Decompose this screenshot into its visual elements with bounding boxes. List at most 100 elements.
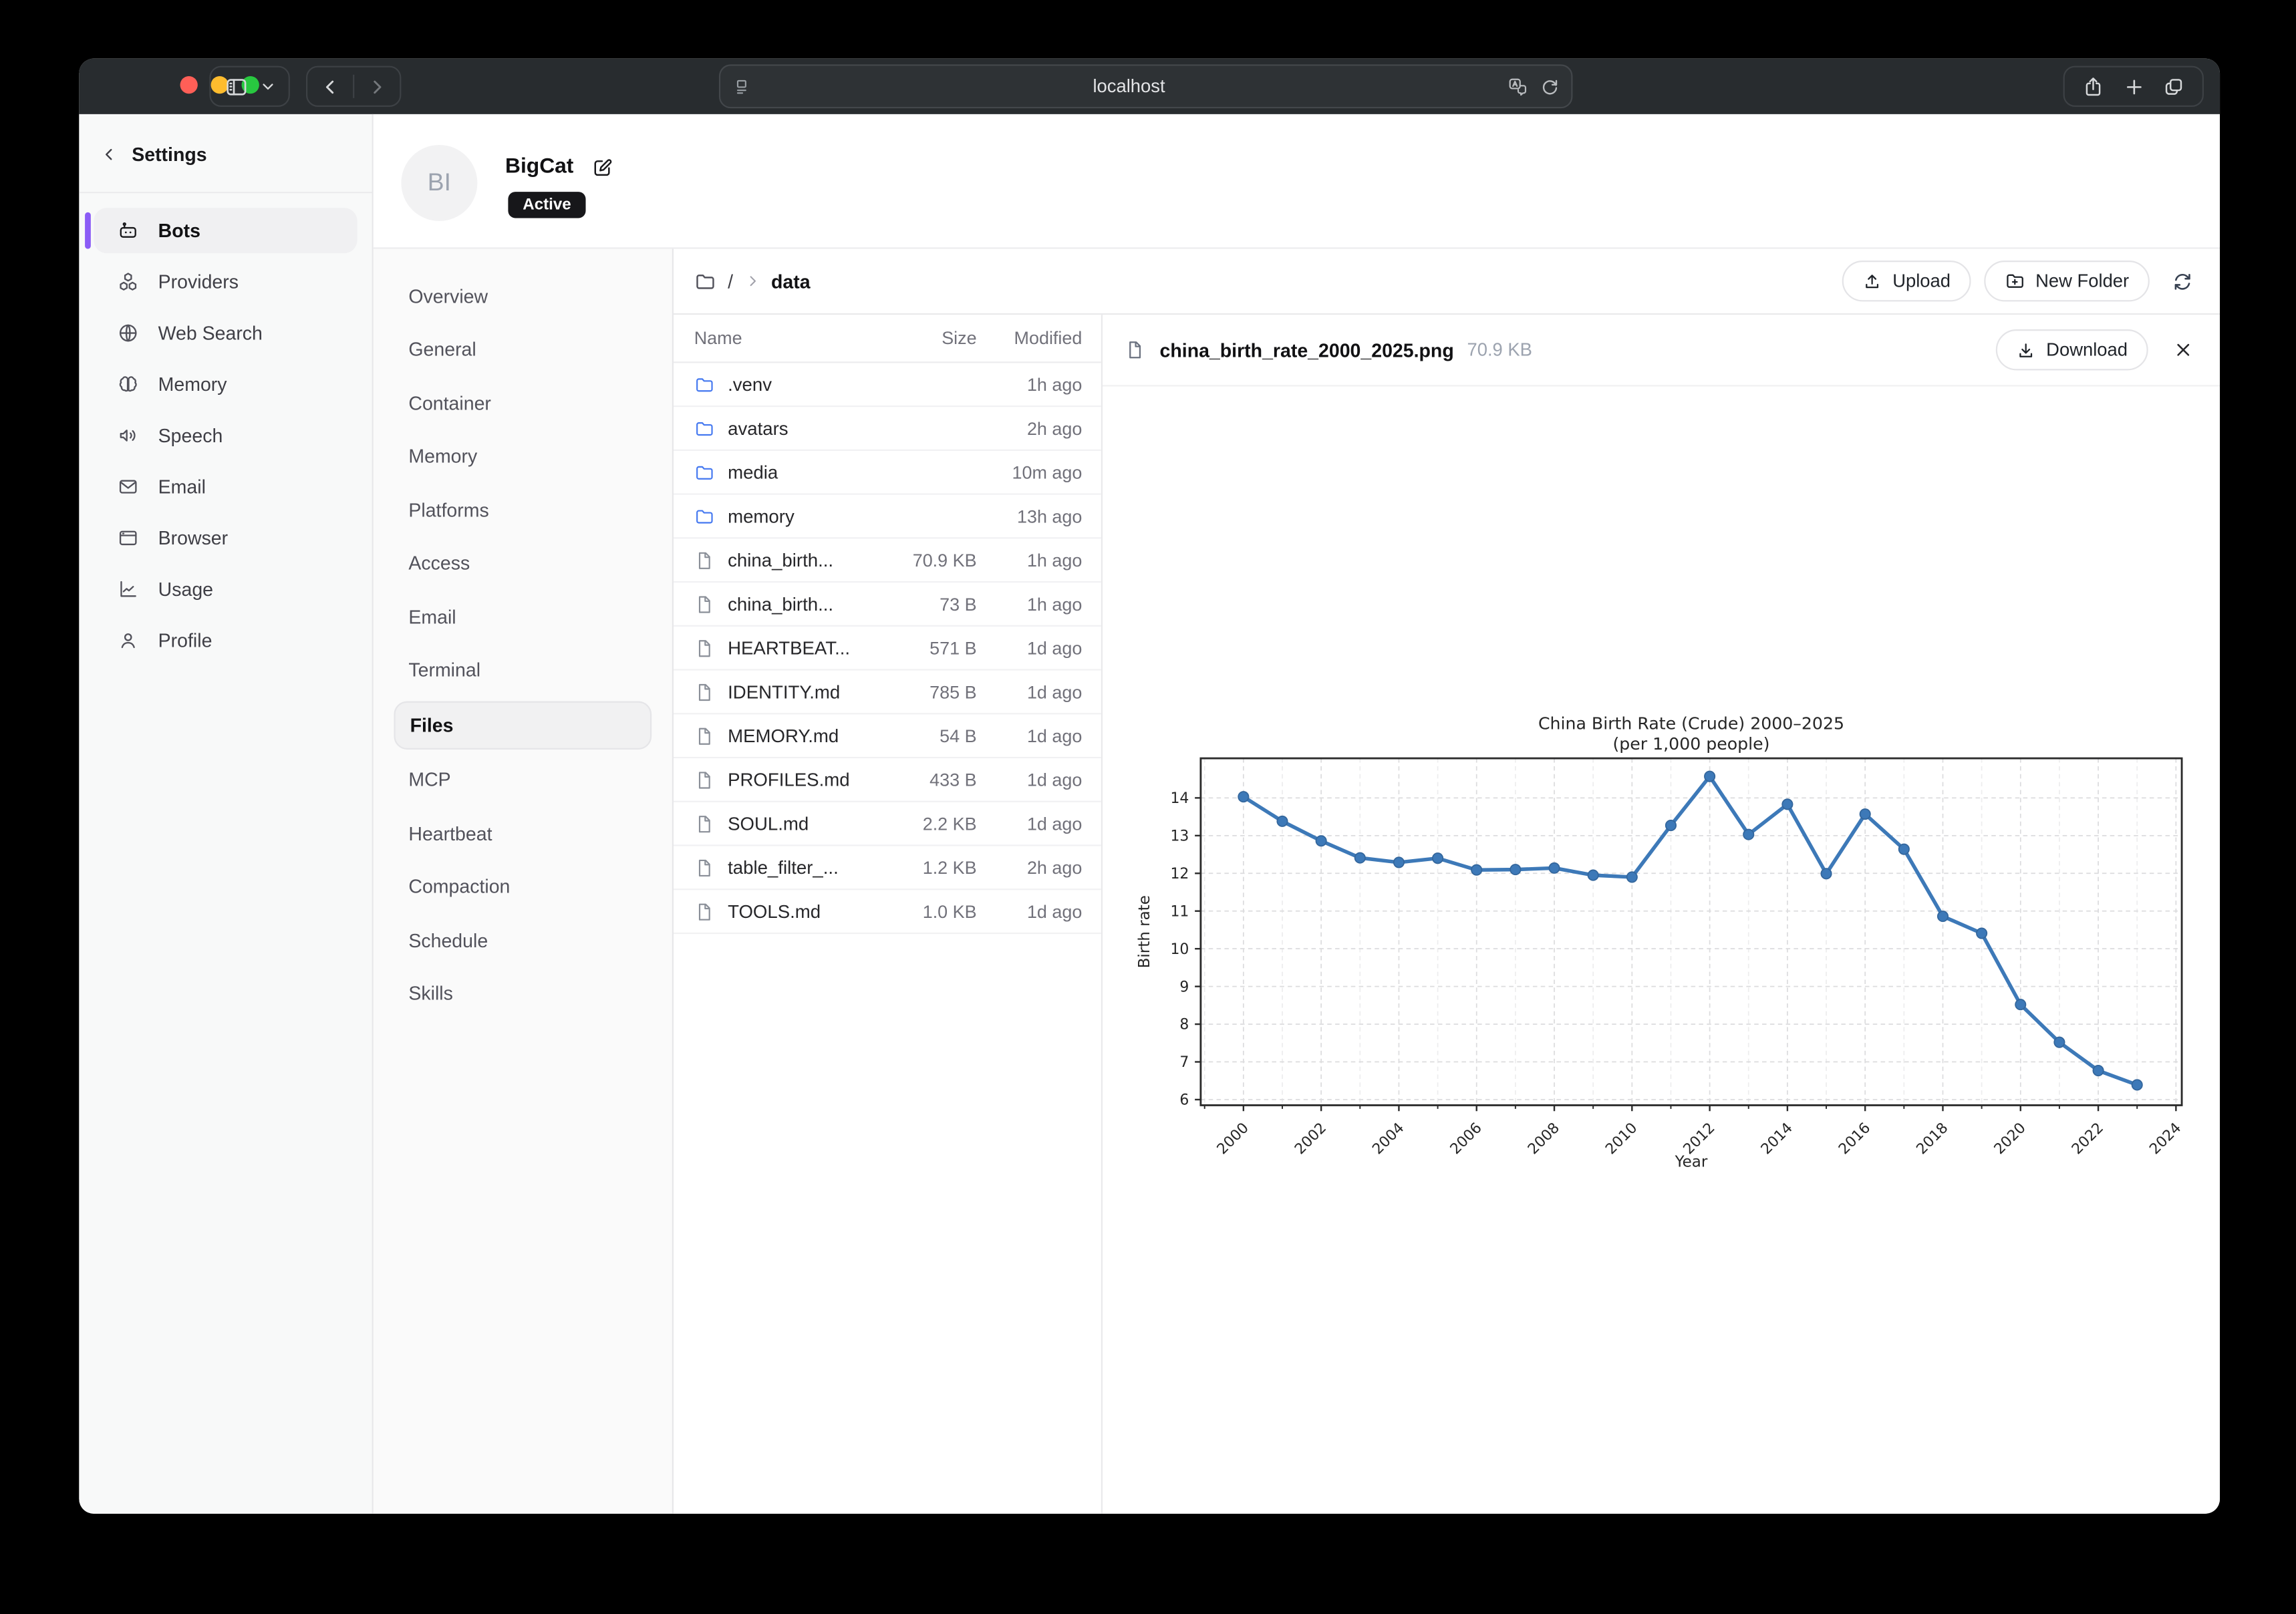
bot-nav-item-terminal[interactable]: Terminal	[394, 647, 652, 693]
file-list-header: Name Size Modified	[674, 315, 1101, 363]
close-preview-icon[interactable]	[2173, 339, 2194, 360]
reader-icon[interactable]	[732, 77, 751, 96]
file-name: HEARTBEAT...	[728, 637, 850, 658]
download-button[interactable]: Download	[1997, 329, 2148, 370]
svg-text:6: 6	[1179, 1092, 1189, 1109]
file-row[interactable]: .venv1h ago	[674, 363, 1101, 407]
folder-icon	[694, 462, 715, 482]
svg-text:China Birth Rate (Crude) 2000–: China Birth Rate (Crude) 2000–2025	[1538, 713, 1844, 733]
new-folder-button[interactable]: New Folder	[1984, 261, 2149, 301]
file-icon	[694, 637, 715, 658]
file-icon	[694, 770, 715, 790]
bot-nav-item-files[interactable]: Files	[394, 701, 652, 749]
bot-nav-item-compaction[interactable]: Compaction	[394, 864, 652, 909]
column-modified[interactable]: Modified	[977, 328, 1083, 349]
bot-nav-item-skills[interactable]: Skills	[394, 971, 652, 1016]
upload-icon	[1863, 271, 1882, 290]
translate-icon[interactable]	[1507, 75, 1529, 98]
file-size: 1.0 KB	[880, 901, 977, 922]
preview-filesize: 70.9 KB	[1467, 339, 1532, 360]
window-actions-group	[2063, 66, 2204, 107]
bot-nav-item-container[interactable]: Container	[394, 380, 652, 426]
svg-text:(per 1,000 people): (per 1,000 people)	[1612, 734, 1769, 754]
file-row[interactable]: table_filter_...1.2 KB2h ago	[674, 846, 1101, 891]
bot-nav-item-mcp[interactable]: MCP	[394, 757, 652, 802]
sidebar-item-browser[interactable]: Browser	[94, 515, 357, 560]
bot-nav-item-access[interactable]: Access	[394, 540, 652, 586]
sidebar-item-speech[interactable]: Speech	[94, 413, 357, 458]
file-modified: 2h ago	[977, 857, 1083, 878]
file-row[interactable]: SOUL.md2.2 KB1d ago	[674, 802, 1101, 846]
file-row[interactable]: MEMORY.md54 B1d ago	[674, 714, 1101, 758]
file-name: PROFILES.md	[728, 770, 849, 790]
bot-nav-item-heartbeat[interactable]: Heartbeat	[394, 810, 652, 856]
file-size: 1.2 KB	[880, 857, 977, 878]
sidebar-item-web-search[interactable]: Web Search	[94, 311, 357, 356]
address-bar[interactable]: localhost	[719, 64, 1573, 108]
file-row[interactable]: china_birth...73 B1h ago	[674, 583, 1101, 627]
edit-icon[interactable]	[591, 156, 613, 178]
file-row[interactable]: memory13h ago	[674, 495, 1101, 539]
svg-text:Birth rate: Birth rate	[1136, 895, 1153, 968]
new-tab-icon[interactable]	[2122, 75, 2144, 98]
file-icon	[694, 813, 715, 834]
sidebar-item-usage[interactable]: Usage	[94, 567, 357, 612]
back-chevron-icon[interactable]	[101, 146, 117, 162]
bot-nav-item-email[interactable]: Email	[394, 594, 652, 639]
column-size[interactable]: Size	[880, 328, 977, 349]
preview-pane: china_birth_rate_2000_2025.png 70.9 KB D…	[1103, 315, 2220, 1514]
close-window-button[interactable]	[180, 76, 198, 94]
folder-icon	[694, 506, 715, 526]
file-row[interactable]: china_birth...70.9 KB1h ago	[674, 538, 1101, 583]
sidebar-item-label: Bots	[158, 220, 200, 242]
chart-svg: 6789101112131420002002200420062008201020…	[1132, 704, 2189, 1187]
file-row[interactable]: TOOLS.md1.0 KB1d ago	[674, 890, 1101, 934]
breadcrumb-root[interactable]: /	[728, 270, 733, 292]
file-icon	[1125, 339, 1145, 360]
refresh-icon[interactable]	[2172, 270, 2194, 292]
file-name: china_birth...	[728, 594, 833, 615]
file-modified: 1h ago	[977, 374, 1083, 395]
file-modified: 1d ago	[977, 901, 1083, 922]
avatar: BI	[401, 145, 477, 221]
upload-button[interactable]: Upload	[1843, 261, 1971, 301]
file-modified: 1d ago	[977, 637, 1083, 658]
svg-text:14: 14	[1170, 790, 1189, 807]
file-row[interactable]: IDENTITY.md785 B1d ago	[674, 671, 1101, 715]
bot-nav-item-overview[interactable]: Overview	[394, 273, 652, 319]
reload-icon[interactable]	[1540, 77, 1559, 96]
sidebar-toggle-icon[interactable]	[224, 74, 249, 99]
preview-header: china_birth_rate_2000_2025.png 70.9 KB D…	[1103, 315, 2220, 386]
chevron-down-icon[interactable]	[261, 79, 276, 94]
robot-icon	[117, 220, 139, 242]
svg-text:13: 13	[1170, 828, 1189, 845]
file-row[interactable]: PROFILES.md433 B1d ago	[674, 758, 1101, 802]
forward-button[interactable]	[368, 77, 386, 96]
back-button[interactable]	[321, 77, 339, 96]
file-row[interactable]: media 10m ago	[674, 451, 1101, 495]
brain-icon	[117, 373, 139, 395]
bot-nav-item-memory[interactable]: Memory	[394, 434, 652, 479]
sidebar-item-email[interactable]: Email	[94, 464, 357, 510]
folder-icon	[694, 374, 715, 395]
bot-nav-item-platforms[interactable]: Platforms	[394, 487, 652, 532]
sidebar-item-providers[interactable]: Providers	[94, 259, 357, 305]
breadcrumb-current[interactable]: data	[771, 270, 811, 292]
bot-nav-label: MCP	[408, 768, 450, 790]
file-name: media	[728, 462, 778, 482]
bot-nav-item-schedule[interactable]: Schedule	[394, 917, 652, 963]
share-icon[interactable]	[2083, 75, 2105, 98]
sidebar-item-profile[interactable]: Profile	[94, 618, 357, 663]
bot-nav-item-general[interactable]: General	[394, 327, 652, 372]
tab-overview-icon[interactable]	[2162, 75, 2184, 98]
svg-text:7: 7	[1179, 1054, 1189, 1071]
file-name: SOUL.md	[728, 813, 809, 834]
file-row[interactable]: HEARTBEAT...571 B1d ago	[674, 627, 1101, 671]
sidebar-item-bots[interactable]: Bots	[94, 208, 357, 253]
folder-icon[interactable]	[694, 270, 716, 292]
file-modified: 10m ago	[977, 462, 1083, 482]
file-row[interactable]: avatars2h ago	[674, 407, 1101, 451]
sidebar-item-memory[interactable]: Memory	[94, 361, 357, 407]
column-name[interactable]: Name	[694, 328, 880, 349]
bot-nav-label: Platforms	[408, 498, 488, 520]
